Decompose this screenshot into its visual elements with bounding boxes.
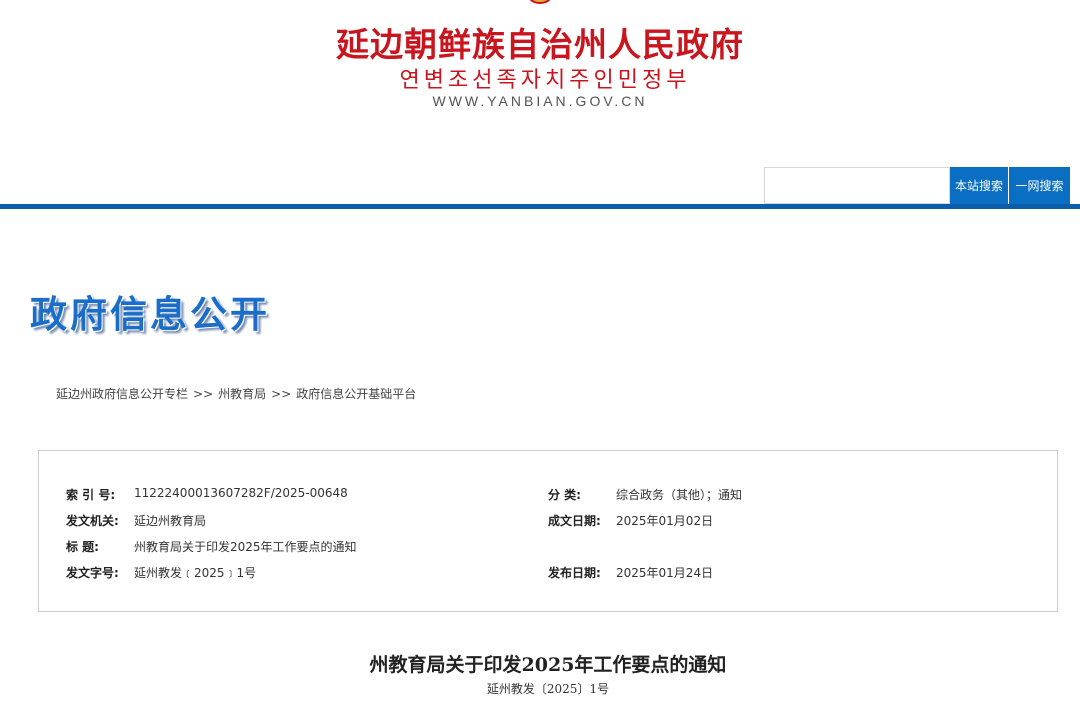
category-label: 分 类: (548, 488, 581, 502)
header-divider (0, 204, 1080, 209)
breadcrumb: 延边州政府信息公开专栏 >> 州教育局 >> 政府信息公开基础平台 (56, 385, 416, 402)
index-number-value: 11222400013607282F/2025-00648 (134, 486, 348, 500)
breadcrumb-item-education-bureau[interactable]: 州教育局 (218, 387, 266, 401)
document-number-value: 延州教发﹝2025﹞1号 (134, 566, 257, 580)
title-value: 州教育局关于印发2025年工作要点的通知 (134, 540, 357, 554)
category-value: 综合政务（其他）；通知 (616, 488, 743, 502)
search-box (764, 167, 950, 204)
document-number-label: 发文字号: (66, 566, 119, 580)
site-url: WWW.YANBIAN.GOV.CN (432, 93, 648, 109)
document-metadata-panel: 索 引 号: 11222400013607282F/2025-00648 分 类… (38, 450, 1058, 612)
created-date-label: 成文日期: (548, 514, 601, 528)
breadcrumb-separator: >> (193, 387, 214, 401)
title-label: 标 题: (66, 540, 99, 554)
national-emblem-icon (524, 0, 556, 4)
created-date-value: 2025年01月02日 (616, 514, 714, 528)
breadcrumb-separator: >> (271, 387, 292, 401)
site-search-button[interactable]: 本站搜索 (950, 167, 1008, 204)
document-number: 延州教发〔2025〕1号 (486, 682, 610, 696)
all-search-button[interactable]: 一网搜索 (1009, 167, 1070, 204)
published-date-value: 2025年01月24日 (616, 566, 714, 580)
issuer-value: 延边州教育局 (134, 514, 207, 528)
issuer-label: 发文机关: (66, 514, 119, 528)
breadcrumb-item-gov-info[interactable]: 延边州政府信息公开专栏 (56, 387, 188, 401)
published-date-label: 发布日期: (548, 566, 601, 580)
index-number-label: 索 引 号: (66, 488, 116, 502)
site-title: 延边朝鲜族自治州人民政府 (336, 25, 744, 64)
site-subtitle-korean: 연변조선족자치주인민정부 (399, 68, 691, 93)
section-title: 政府信息公开 (30, 293, 270, 336)
site-header: 延边朝鲜族自治州人民政府 연변조선족자치주인민정부 WWW.YANBIAN.GO… (0, 0, 1080, 206)
breadcrumb-item-platform[interactable]: 政府信息公开基础平台 (296, 387, 416, 401)
search-input[interactable] (765, 168, 949, 203)
document-title: 州教育局关于印发2025年工作要点的通知 (369, 654, 727, 676)
